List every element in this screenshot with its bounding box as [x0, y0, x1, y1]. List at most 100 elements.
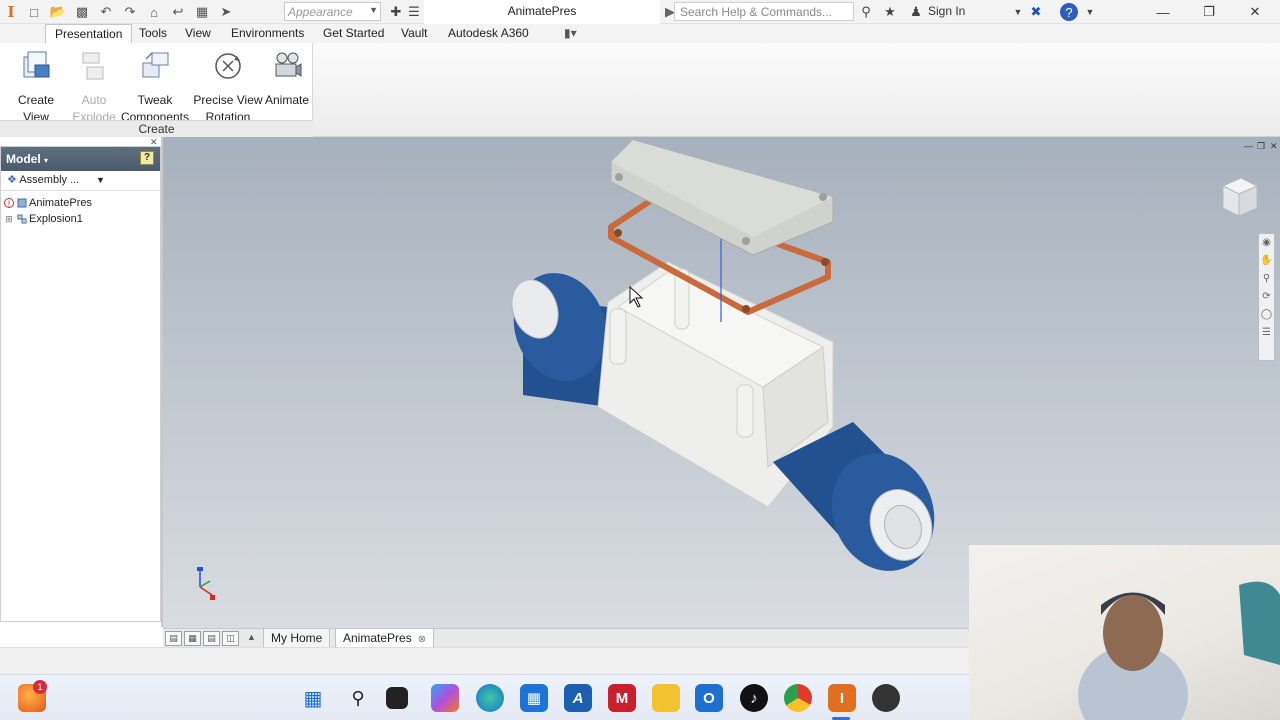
tiktok-icon[interactable]: ♪ [740, 684, 768, 712]
look-at-icon[interactable]: ◯ [1259, 306, 1274, 324]
precise-view-rotation-button[interactable]: Precise View Rotation [193, 49, 263, 126]
quick-access-toolbar: I □ 📂 ▩ ↶ ↷ ⌂ ↩ ▦ ➤ [0, 0, 238, 24]
create-panel: Create View Auto Explode Tweak Component… [0, 43, 313, 137]
tree-item-label: AnimatePres [29, 197, 92, 209]
vertical-layout-icon[interactable]: ◫ [222, 631, 239, 646]
appearance-dropdown[interactable]: Appearance ▼ [284, 2, 381, 21]
tab-my-home[interactable]: My Home [263, 629, 331, 648]
undo-icon[interactable]: ↶ [94, 1, 118, 23]
chevron-down-icon: ▼ [96, 175, 105, 185]
expand-icon[interactable]: ⊞ [4, 214, 14, 224]
document-tab-bar: ▤ ▦ ▤ ◫ ▲ My Home AnimatePres ⊗ [163, 628, 969, 648]
coordinate-triad-icon [197, 567, 215, 600]
new-file-icon[interactable]: □ [22, 1, 46, 23]
return-icon[interactable]: ↩ [166, 1, 190, 23]
copilot-icon[interactable] [431, 684, 459, 712]
browser-title: Model [6, 152, 41, 166]
help-icon[interactable]: ? [1060, 3, 1078, 21]
animate-button[interactable]: Animate [263, 49, 311, 109]
explosion-icon [17, 214, 27, 224]
auto-explode-button[interactable]: Auto Explode [70, 49, 118, 126]
customize-icon[interactable]: ☰ [404, 2, 424, 22]
tab-my-home-label: My Home [271, 631, 323, 645]
terminal-icon[interactable] [386, 687, 408, 709]
tab-autodesk-a360[interactable]: Autodesk A360 [440, 24, 537, 43]
precise-view-rotation-icon [215, 53, 241, 79]
webcam-overlay [969, 545, 1280, 720]
search-icon[interactable]: ⚲ [344, 684, 372, 712]
status-bar [0, 647, 969, 674]
binoculars-icon[interactable]: ⚲ [856, 2, 876, 22]
edge-icon[interactable] [476, 684, 504, 712]
mcafee-icon[interactable]: M [608, 684, 636, 712]
redo-icon[interactable]: ↷ [118, 1, 142, 23]
title-bar: I □ 📂 ▩ ↶ ↷ ⌂ ↩ ▦ ➤ Appearance ▼ ✚ ☰ Ani… [0, 0, 1280, 24]
model-browser: Model ▾ ? ❖ Assembly ... ▼ ! AnimatePres… [0, 146, 161, 622]
inventor-icon[interactable]: I [828, 684, 856, 712]
window-title: AnimatePres [424, 0, 660, 24]
outlook-icon[interactable]: O [695, 684, 723, 712]
tab-get-started[interactable]: Get Started [315, 24, 392, 43]
open-file-icon[interactable]: 📂 [46, 1, 70, 23]
create-view-icon [23, 51, 50, 78]
select-icon[interactable]: ➤ [214, 1, 238, 23]
autocad-icon[interactable]: A [564, 684, 592, 712]
browser-help-icon[interactable]: ? [140, 151, 154, 165]
pan-icon[interactable]: ✋ [1259, 252, 1274, 270]
auto-explode-icon [82, 52, 104, 80]
chevron-down-icon[interactable]: ▼ [1008, 2, 1028, 22]
tree-item-explosion1[interactable]: ⊞ Explosion1 [1, 211, 160, 227]
viewcube-icon[interactable] [1215, 174, 1261, 220]
cover-plate[interactable] [610, 139, 834, 256]
windows-start-icon[interactable]: ▦ [299, 684, 327, 712]
info-icon: ! [4, 198, 14, 209]
steering-wheel-icon[interactable]: ◉ [1259, 234, 1274, 252]
tile-layout-icon[interactable]: ▦ [184, 631, 201, 646]
assembly-selector-label: Assembly ... [19, 174, 80, 186]
exchange-apps-icon[interactable]: ✖ [1026, 2, 1046, 22]
tab-vault[interactable]: Vault [393, 24, 435, 43]
close-tab-icon[interactable]: ⊗ [418, 634, 426, 645]
plus-icon[interactable]: ✚ [386, 2, 406, 22]
update-icon[interactable]: ▦ [190, 1, 214, 23]
close-button[interactable]: ✕ [1232, 0, 1278, 24]
animate-icon [275, 52, 302, 77]
search-help-input[interactable]: Search Help & Commands... [674, 2, 854, 21]
tab-presentation[interactable]: Presentation [45, 24, 133, 43]
create-view-button[interactable]: Create View [4, 49, 68, 126]
chevron-down-icon[interactable]: ▼ [1080, 2, 1100, 22]
davinci-icon[interactable] [872, 684, 900, 712]
minimize-button[interactable]: — [1140, 0, 1186, 24]
tab-view[interactable]: View [177, 24, 219, 43]
presentation-icon [17, 198, 27, 208]
favorites-star-icon[interactable]: ★ [880, 2, 900, 22]
ribbon: Create View Auto Explode Tweak Component… [0, 43, 1280, 137]
assembly-selector[interactable]: ❖ Assembly ... ▼ [1, 171, 160, 191]
browser-header[interactable]: Model ▾ ? [1, 147, 160, 171]
tab-environments[interactable]: Environments [223, 24, 312, 43]
tree-item-animatepres[interactable]: ! AnimatePres [1, 195, 160, 211]
sign-in-link[interactable]: Sign In [928, 0, 965, 24]
save-icon[interactable]: ▩ [70, 1, 94, 23]
horizontal-layout-icon[interactable]: ▤ [203, 631, 220, 646]
restore-button[interactable]: ❐ [1186, 0, 1232, 24]
appearance-value: Appearance [288, 5, 353, 19]
inventor-logo-icon[interactable]: I [0, 0, 22, 24]
cascade-layout-icon[interactable]: ▤ [165, 631, 182, 646]
tab-menu-icon[interactable]: ▲ [243, 631, 260, 646]
orbit-icon[interactable]: ⟳ [1259, 288, 1274, 306]
tab-animatepres[interactable]: AnimatePres ⊗ [335, 629, 435, 648]
chrome-icon[interactable] [784, 684, 812, 712]
ribbon-options-icon[interactable]: ▮▾ [556, 24, 585, 43]
file-explorer-icon[interactable] [652, 684, 680, 712]
presenter-video [1078, 581, 1280, 720]
inventor-window: I □ 📂 ▩ ↶ ↷ ⌂ ↩ ▦ ➤ Appearance ▼ ✚ ☰ Ani… [0, 0, 1280, 720]
auto-explode-label-1: Auto [81, 93, 107, 107]
store-icon[interactable]: ▦ [520, 684, 548, 712]
home-icon[interactable]: ⌂ [142, 1, 166, 23]
tweak-components-button[interactable]: Tweak Components [118, 49, 192, 126]
zoom-icon[interactable]: ⚲ [1259, 270, 1274, 288]
nav-menu-icon[interactable]: ☰ [1259, 324, 1274, 342]
tweak-components-icon [142, 52, 169, 78]
tab-tools[interactable]: Tools [131, 24, 175, 43]
